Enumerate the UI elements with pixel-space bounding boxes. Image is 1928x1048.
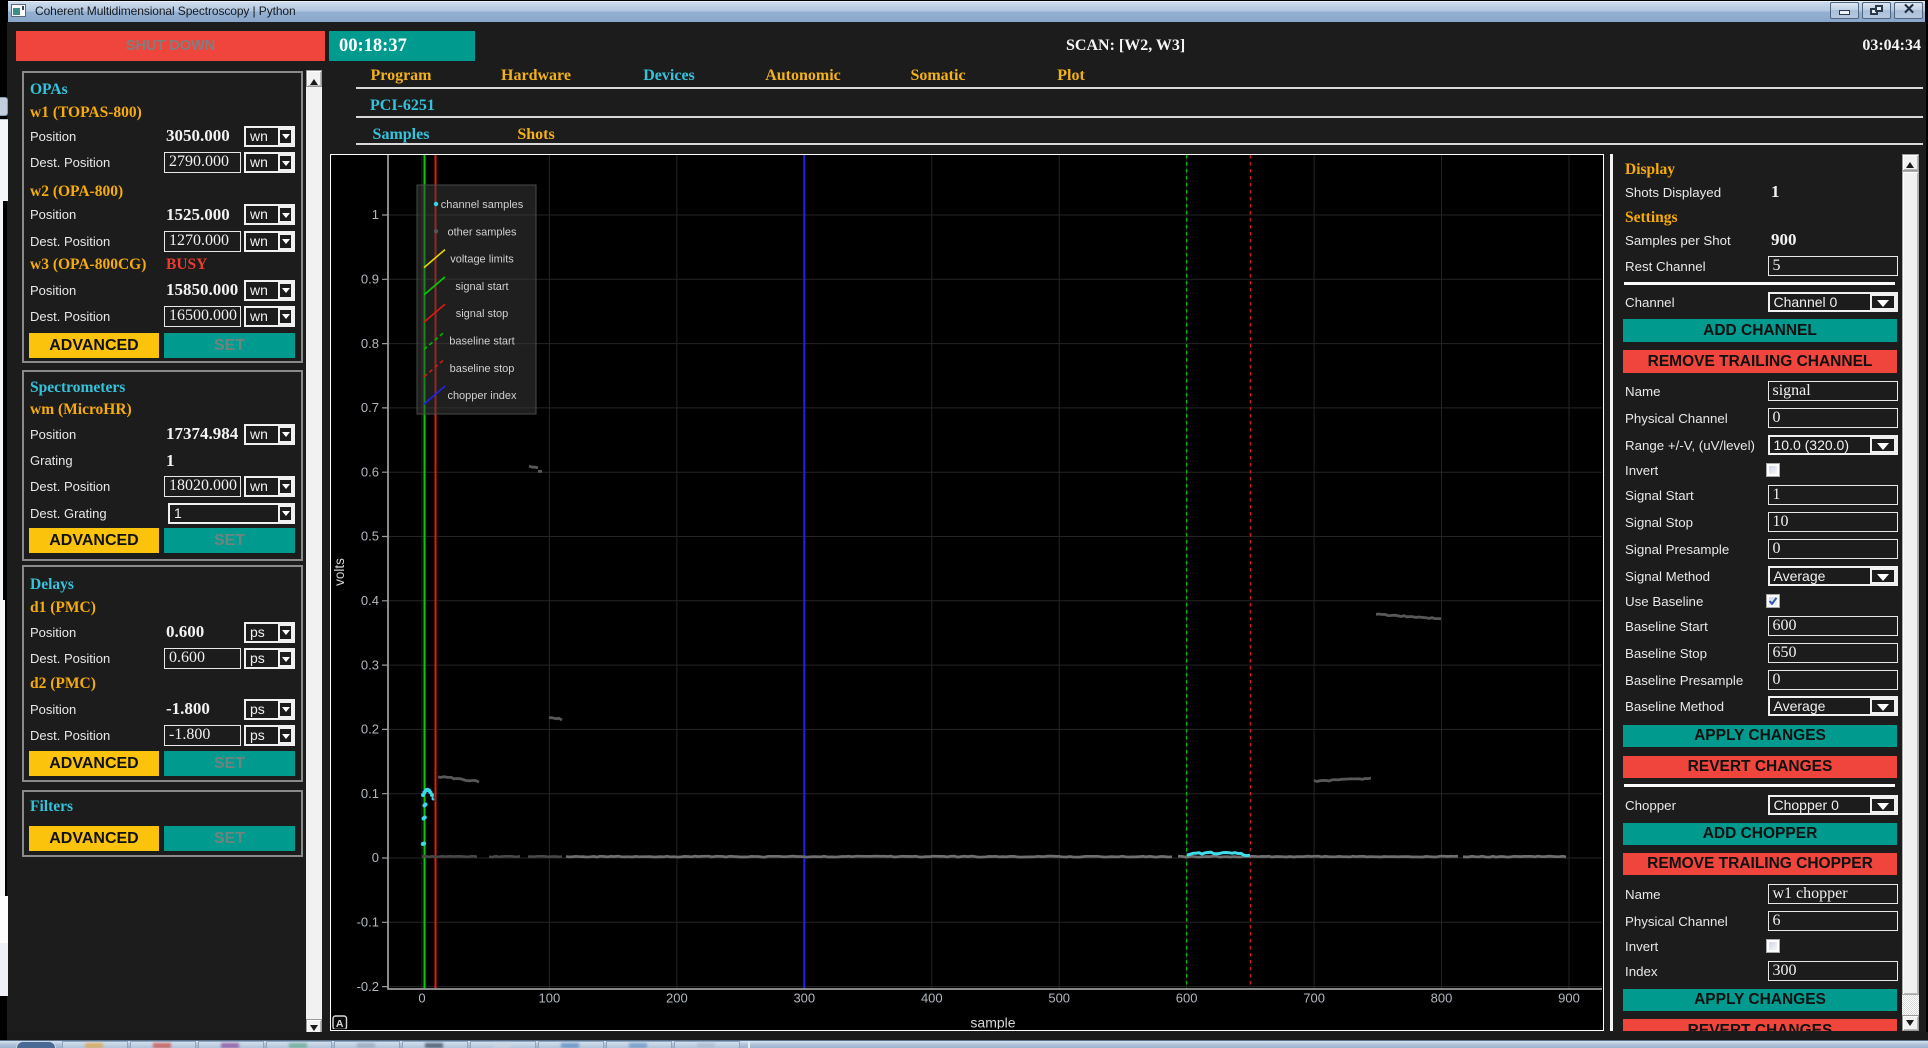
svg-text:0.8: 0.8 xyxy=(360,336,378,351)
svg-text:900: 900 xyxy=(1558,991,1580,1006)
svg-text:A: A xyxy=(335,1018,343,1029)
svg-text:voltage limits: voltage limits xyxy=(450,254,514,266)
svg-text:500: 500 xyxy=(1048,991,1070,1006)
svg-text:0.7: 0.7 xyxy=(360,400,378,415)
svg-text:200: 200 xyxy=(666,991,688,1006)
svg-text:sample: sample xyxy=(970,1015,1015,1030)
svg-text:0.2: 0.2 xyxy=(360,722,378,737)
svg-text:baseline stop: baseline stop xyxy=(449,363,514,375)
svg-text:600: 600 xyxy=(1175,991,1197,1006)
svg-text:800: 800 xyxy=(1430,991,1452,1006)
svg-text:700: 700 xyxy=(1303,991,1325,1006)
svg-text:0.4: 0.4 xyxy=(360,593,378,608)
svg-text:0.1: 0.1 xyxy=(360,786,378,801)
svg-text:chopper index: chopper index xyxy=(447,390,517,402)
svg-text:signal stop: signal stop xyxy=(455,308,508,320)
svg-text:1: 1 xyxy=(371,207,378,222)
svg-text:0.9: 0.9 xyxy=(360,272,378,287)
svg-text:0: 0 xyxy=(418,991,425,1006)
svg-text:0.6: 0.6 xyxy=(360,464,378,479)
svg-text:other samples: other samples xyxy=(447,226,517,238)
svg-text:0.3: 0.3 xyxy=(360,657,378,672)
svg-text:-0.1: -0.1 xyxy=(356,915,378,930)
svg-text:400: 400 xyxy=(920,991,942,1006)
svg-text:0: 0 xyxy=(371,850,378,865)
svg-text:300: 300 xyxy=(793,991,815,1006)
svg-text:signal start: signal start xyxy=(455,281,508,293)
svg-text:baseline start: baseline start xyxy=(449,336,514,348)
svg-text:channel samples: channel samples xyxy=(440,199,523,211)
svg-text:100: 100 xyxy=(538,991,560,1006)
svg-text:volts: volts xyxy=(332,558,347,586)
svg-text:0.5: 0.5 xyxy=(360,529,378,544)
svg-text:-0.2: -0.2 xyxy=(356,979,378,994)
